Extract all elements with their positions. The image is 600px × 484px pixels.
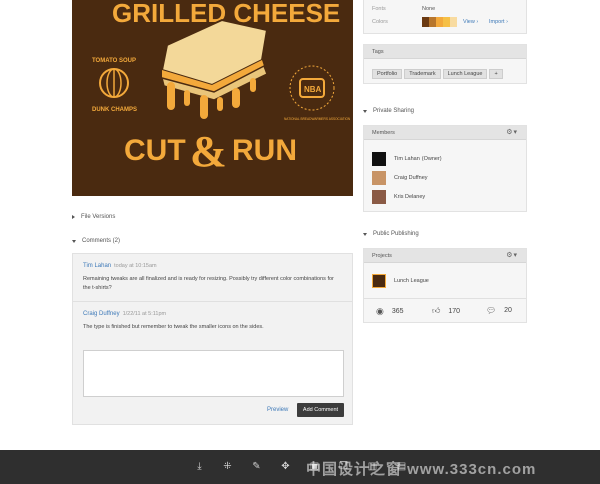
pen-icon[interactable]: ✎ [251, 461, 262, 472]
comments-header: Comments (2) [82, 238, 121, 244]
tags-panel: Tags Portfolio Trademark Lunch League + [363, 44, 527, 84]
member-name: Tim Lahan [394, 155, 420, 162]
gear-icon[interactable]: ⚙▾ [506, 126, 518, 140]
artwork-title-cut: CUT [124, 134, 186, 167]
fonts-label: Fonts [372, 6, 386, 12]
tag-chip[interactable]: Lunch League [442, 69, 488, 79]
members-panel: Members ⚙▾ Tim Lahan (Owner) Craig Duffn… [363, 125, 527, 212]
divider [364, 298, 526, 299]
comment-textarea[interactable] [83, 350, 344, 397]
colors-label: Colors [372, 19, 388, 25]
comments-stat: 💬︎ 20 [486, 306, 512, 315]
color-swatch[interactable] [422, 17, 429, 27]
artwork-badge-right-center: NBA [304, 85, 322, 94]
comments-panel: Tim Lahan today at 10:15am Remaining twea… [72, 253, 353, 425]
comment-item: Tim Lahan today at 10:15am Remaining twea… [73, 254, 352, 301]
collapse-arrow-icon [363, 109, 367, 113]
avatar [372, 170, 386, 185]
expand-arrow-icon [72, 215, 75, 219]
add-tag-button[interactable]: + [489, 69, 503, 79]
comments-toggle[interactable]: Comments (2) [72, 238, 120, 244]
tags-header: Tags [364, 45, 526, 59]
member-row[interactable]: Kris Delaney [364, 187, 526, 206]
eye-icon: ◉ [376, 306, 384, 316]
move-icon[interactable]: ✥ [280, 461, 291, 472]
views-count: 365 [391, 308, 404, 315]
preview-link[interactable]: Preview [267, 407, 288, 413]
comment-text: The type is finished but remember to twe… [83, 324, 264, 330]
color-swatch[interactable] [443, 17, 450, 27]
artwork-title-run: RUN [232, 134, 297, 167]
import-colors-link[interactable]: Import › [489, 19, 508, 25]
project-thumbnail [372, 273, 386, 288]
speech-bubble-icon: 💬︎ [486, 306, 497, 315]
tag-list: Portfolio Trademark Lunch League + [372, 69, 505, 79]
member-name: Kris Delaney [394, 193, 426, 200]
artwork-badge-left-bottom: DUNK CHAMPS [92, 107, 137, 113]
comment-author[interactable]: Tim Lahan [83, 263, 111, 269]
collapse-arrow-icon [72, 239, 76, 243]
project-row[interactable]: Lunch League [364, 271, 526, 290]
color-swatch[interactable] [436, 17, 443, 27]
bottom-toolbar: ⤓ ⁜ ✎ ✥ ▣ ❐ ▥ ▤ 中国设计之窗 www.333cn.com [0, 450, 600, 484]
tag-chip[interactable]: Portfolio [372, 69, 403, 79]
comment-text: Remaining tweaks are all finalized and i… [83, 276, 334, 291]
avatar [372, 189, 386, 204]
artwork-illustration: GRILLED CHEESE TOMATO SOUP DUNK CHAMPS N… [92, 0, 351, 176]
fonts-value: None [422, 6, 436, 12]
gear-icon[interactable]: ⚙▾ [506, 249, 518, 263]
watermark-text: 中国设计之窗 www.333cn.com [306, 461, 537, 478]
public-publishing-label: Public Publishing [373, 231, 419, 237]
comment-item: Craig Duffney 1/22/11 at 5:11pm The type … [73, 302, 352, 340]
project-name: Lunch League [394, 277, 429, 284]
color-swatch[interactable] [450, 17, 457, 27]
tags-title: Tags [372, 48, 384, 55]
download-icon[interactable]: ⤓ [194, 461, 205, 472]
projects-title: Projects [372, 252, 392, 259]
file-versions-toggle[interactable]: File Versions [72, 214, 115, 220]
comment-author[interactable]: Craig Duffney [83, 311, 120, 317]
artwork-title-amp: & [190, 127, 227, 176]
members-header: Members ⚙▾ [364, 126, 526, 140]
color-swatches[interactable] [422, 17, 457, 27]
likes-stat: 👍︎ 170 [432, 306, 460, 316]
member-row[interactable]: Tim Lahan (Owner) [364, 149, 526, 168]
likes-count: 170 [448, 307, 461, 315]
private-sharing-label: Private Sharing [373, 108, 415, 114]
share-icon[interactable]: ⁜ [222, 461, 233, 472]
avatar [372, 151, 386, 166]
file-versions-label: File Versions [81, 214, 116, 220]
artwork-badge-right-arc: NATIONAL BREADWARMERS ASSOCIATION [284, 117, 351, 121]
projects-header: Projects ⚙▾ [364, 249, 526, 263]
artwork-preview: GRILLED CHEESE TOMATO SOUP DUNK CHAMPS N… [72, 0, 353, 196]
artwork-badge-left-top: TOMATO SOUP [92, 58, 136, 64]
public-publishing-toggle[interactable]: Public Publishing [363, 231, 419, 237]
projects-panel: Projects ⚙▾ Lunch League ◉ 365 👍︎ 170 💬︎… [363, 248, 527, 323]
member-name: Craig Duffney [394, 174, 428, 181]
private-sharing-toggle[interactable]: Private Sharing [363, 108, 414, 114]
tag-chip[interactable]: Trademark [404, 69, 441, 79]
collapse-arrow-icon [363, 232, 367, 236]
thumbs-up-icon: 👍︎ [432, 306, 441, 315]
member-row[interactable]: Craig Duffney [364, 168, 526, 187]
comments-count: 20 [504, 307, 512, 314]
color-swatch[interactable] [429, 17, 436, 27]
view-colors-link[interactable]: View › [463, 19, 478, 25]
views-stat: ◉ 365 [376, 306, 404, 317]
comment-date: today at 10:15am [114, 263, 157, 269]
comment-date: 1/22/11 at 5:11pm [122, 311, 167, 317]
add-comment-button[interactable]: Add Comment [297, 403, 344, 417]
members-title: Members [372, 129, 395, 136]
member-role: (Owner) [421, 155, 442, 162]
file-info-panel: Fonts None Colors View › Import › [363, 0, 527, 34]
